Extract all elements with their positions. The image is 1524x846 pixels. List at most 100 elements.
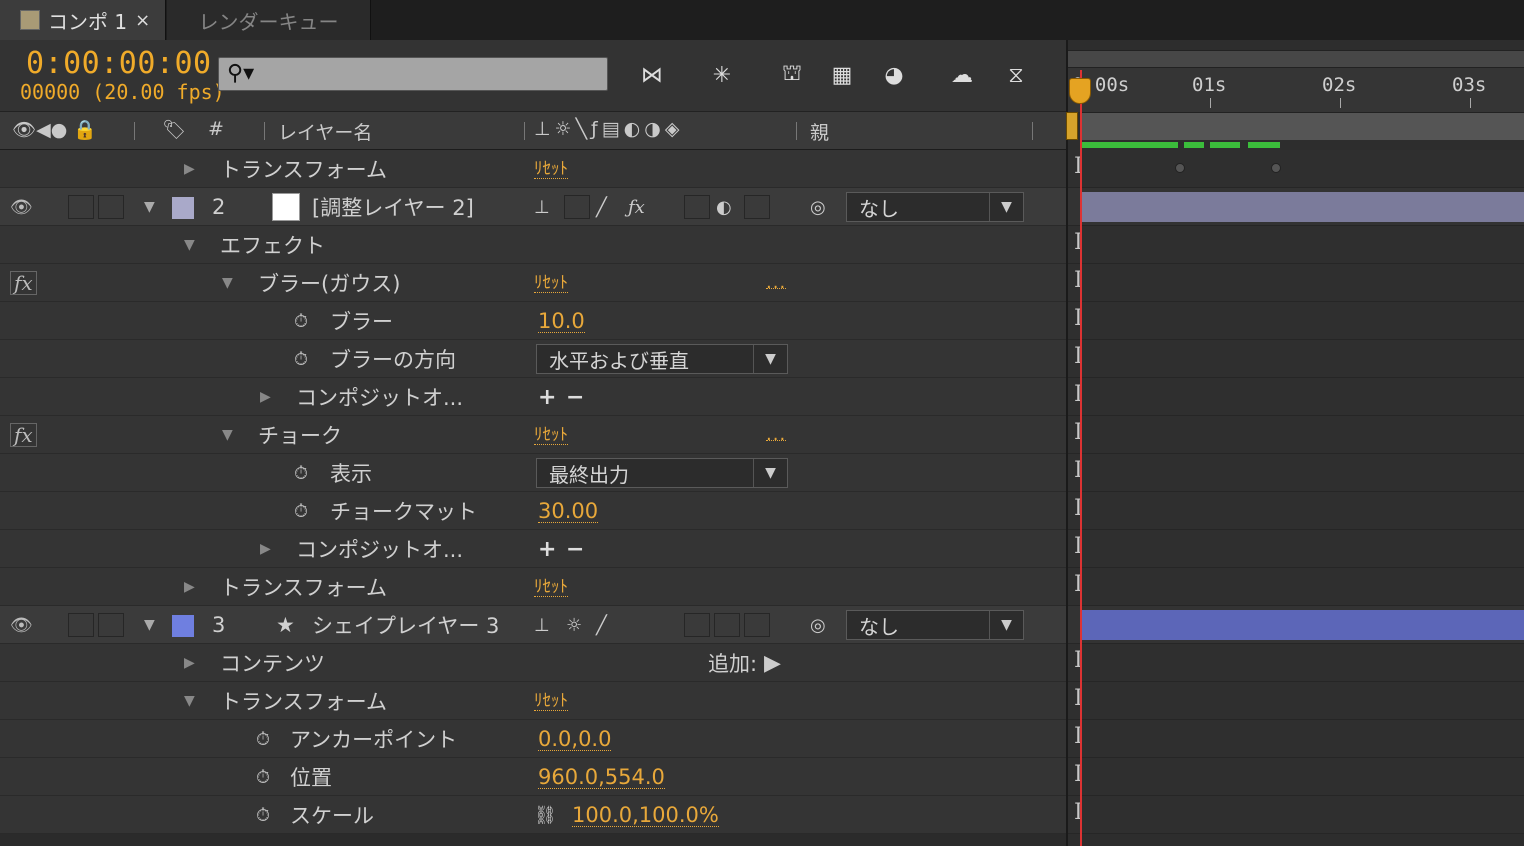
layer-row[interactable]: 👁 ▼ 2 [調整レイヤー 2] ⊥ ╱ ƒx ◐ ◎ なし ▼ [0, 188, 1066, 226]
shy-switch-icon[interactable]: ⊥ [534, 615, 550, 636]
label-color-swatch[interactable] [172, 197, 194, 219]
param-row[interactable]: ⏱ スケール ⛓ 100.0,100.0% [0, 796, 1066, 834]
col-number[interactable]: # [208, 118, 224, 140]
av-features-icons[interactable]: 👁◀● 🔒 [12, 118, 97, 141]
property-row[interactable]: ▼ トランスフォーム ﾘｾｯﾄ [0, 682, 1066, 720]
reset-button[interactable]: ﾘｾｯﾄ [534, 274, 568, 293]
timeline-row[interactable] [1068, 302, 1524, 340]
property-row[interactable]: ▶ トランスフォーム ﾘｾｯﾄ [0, 150, 1066, 188]
blur-direction-dropdown[interactable]: 水平および垂直 ▼ [536, 344, 788, 374]
collapse-triangle-icon[interactable]: ▼ [184, 237, 195, 253]
timeline-row[interactable] [1068, 568, 1524, 606]
effect-row[interactable]: fx ▼ ブラー(ガウス) ﾘｾｯﾄ ... [0, 264, 1066, 302]
switches-icons[interactable]: ⊥☼╲ƒ▤◐◑◈ [534, 118, 683, 140]
reset-button[interactable]: ﾘｾｯﾄ [534, 692, 568, 711]
param-row[interactable]: ⏱ ブラー 10.0 [0, 302, 1066, 340]
draft-3d-icon[interactable]: ✳ [700, 58, 744, 92]
expand-triangle-icon[interactable]: ▶ [260, 541, 271, 557]
continuous-raster-icon[interactable]: ☼ [566, 615, 582, 636]
timeline-row[interactable] [1068, 264, 1524, 302]
param-row[interactable]: ⏱ 表示 最終出力 ▼ [0, 454, 1066, 492]
add-menu-play-icon[interactable]: ▶ [764, 651, 781, 676]
timeline-row[interactable] [1068, 644, 1524, 682]
property-row[interactable]: ▶ コンポジットオ... + − [0, 530, 1066, 568]
add-icon[interactable]: + [538, 537, 556, 562]
param-value[interactable]: 10.0 [538, 310, 585, 333]
solo-switch[interactable] [98, 195, 124, 219]
col-layer-name[interactable]: レイヤー名 [278, 118, 372, 145]
fx-icon[interactable]: fx [10, 423, 37, 447]
property-row[interactable]: ▶ コンポジットオ... + − [0, 378, 1066, 416]
collapse-switch[interactable] [564, 195, 590, 219]
3d-layer-switch[interactable] [744, 195, 770, 219]
3d-layer-switch[interactable] [744, 613, 770, 637]
effect-switch-icon[interactable]: ƒx [628, 197, 645, 218]
timeline-row[interactable] [1068, 720, 1524, 758]
stopwatch-icon[interactable]: ⏱ [256, 767, 270, 788]
constrain-proportions-link-icon[interactable]: ⛓ [534, 805, 557, 826]
work-area-start-handle[interactable] [1066, 112, 1078, 140]
current-time-display[interactable]: 0:00:00:00 [26, 46, 212, 81]
expand-triangle-icon[interactable]: ▶ [184, 579, 195, 595]
tab-comp-1[interactable]: コンポ 1 × [0, 0, 166, 40]
frame-blend-switch[interactable] [684, 195, 710, 219]
param-value[interactable]: 0.0,0.0 [538, 728, 612, 751]
timeline-row[interactable] [1068, 454, 1524, 492]
quality-switch-icon[interactable]: ╱ [596, 615, 607, 636]
timeline-row[interactable] [1068, 682, 1524, 720]
collapse-triangle-icon[interactable]: ▼ [222, 275, 233, 291]
expand-triangle-icon[interactable]: ▶ [184, 655, 195, 671]
effect-row[interactable]: fx ▼ チョーク ﾘｾｯﾄ ... [0, 416, 1066, 454]
param-value[interactable]: 30.00 [538, 500, 599, 523]
keyframe-marker[interactable] [1175, 163, 1185, 173]
search-input[interactable]: ⚲▾ [218, 57, 608, 91]
layer-3-duration-bar[interactable] [1082, 610, 1524, 640]
timeline-row[interactable] [1068, 530, 1524, 568]
stopwatch-icon[interactable]: ⏱ [294, 311, 308, 332]
property-row[interactable]: ▶ トランスフォーム ﾘｾｯﾄ [0, 568, 1066, 606]
eye-icon[interactable]: 👁 [10, 615, 33, 636]
eye-icon[interactable]: 👁 [10, 197, 33, 218]
reset-button[interactable]: ﾘｾｯﾄ [534, 578, 568, 597]
quality-switch-icon[interactable]: ╱ [596, 197, 607, 218]
collapse-triangle-icon[interactable]: ▼ [184, 693, 195, 709]
remove-icon[interactable]: − [566, 537, 584, 562]
work-area-bar[interactable] [1080, 112, 1524, 140]
pick-whip-icon[interactable]: ◎ [810, 197, 826, 218]
param-row[interactable]: ⏱ 位置 960.0,554.0 [0, 758, 1066, 796]
collapse-triangle-icon[interactable]: ▼ [144, 199, 155, 215]
frame-blending-icon[interactable]: ▦ [820, 58, 864, 92]
audio-switch[interactable] [68, 613, 94, 637]
close-icon[interactable]: × [135, 10, 150, 31]
graph-editor-icon[interactable]: ⧖ [994, 58, 1038, 92]
tab-render-queue[interactable]: レンダーキュー [167, 0, 371, 40]
timeline-row[interactable] [1068, 416, 1524, 454]
stopwatch-icon[interactable]: ⏱ [294, 463, 308, 484]
layer-2-duration-bar[interactable] [1082, 192, 1524, 222]
reset-button[interactable]: ﾘｾｯﾄ [534, 426, 568, 445]
shy-layers-icon[interactable]: ⛫ [770, 58, 814, 92]
parent-dropdown[interactable]: なし ▼ [846, 610, 1024, 640]
stopwatch-icon[interactable]: ⏱ [256, 805, 270, 826]
mini-flowchart-icon[interactable]: ⋈ [630, 58, 674, 92]
collapse-triangle-icon[interactable]: ▼ [144, 617, 155, 633]
param-row[interactable]: ⏱ アンカーポイント 0.0,0.0 [0, 720, 1066, 758]
collapse-triangle-icon[interactable]: ▼ [222, 427, 233, 443]
pick-whip-icon[interactable]: ◎ [810, 615, 826, 636]
adjustment-switch[interactable] [714, 613, 740, 637]
shy-switch-icon[interactable]: ⊥ [534, 197, 550, 218]
layer-row[interactable]: 👁 ▼ 3 ★ シェイプレイヤー 3 ⊥ ☼ ╱ ◎ なし ▼ [0, 606, 1066, 644]
label-tag-icon[interactable]: 🏷 [162, 118, 186, 141]
solo-switch[interactable] [98, 613, 124, 637]
col-parent[interactable]: 親 [810, 118, 829, 145]
stopwatch-icon[interactable]: ⏱ [294, 349, 308, 370]
reset-button[interactable]: ﾘｾｯﾄ [534, 160, 568, 179]
motion-blur-icon[interactable]: ◕ [872, 58, 916, 92]
property-row[interactable]: ▶ コンテンツ 追加: ▶ [0, 644, 1066, 682]
timeline-row[interactable] [1068, 150, 1524, 188]
effect-options-button[interactable]: ... [766, 425, 787, 443]
layer-name[interactable]: [調整レイヤー 2] [312, 192, 474, 222]
param-row[interactable]: ⏱ ブラーの方向 水平および垂直 ▼ [0, 340, 1066, 378]
brainstorm-icon[interactable]: ☁ [940, 58, 984, 92]
effect-options-button[interactable]: ... [766, 273, 787, 291]
